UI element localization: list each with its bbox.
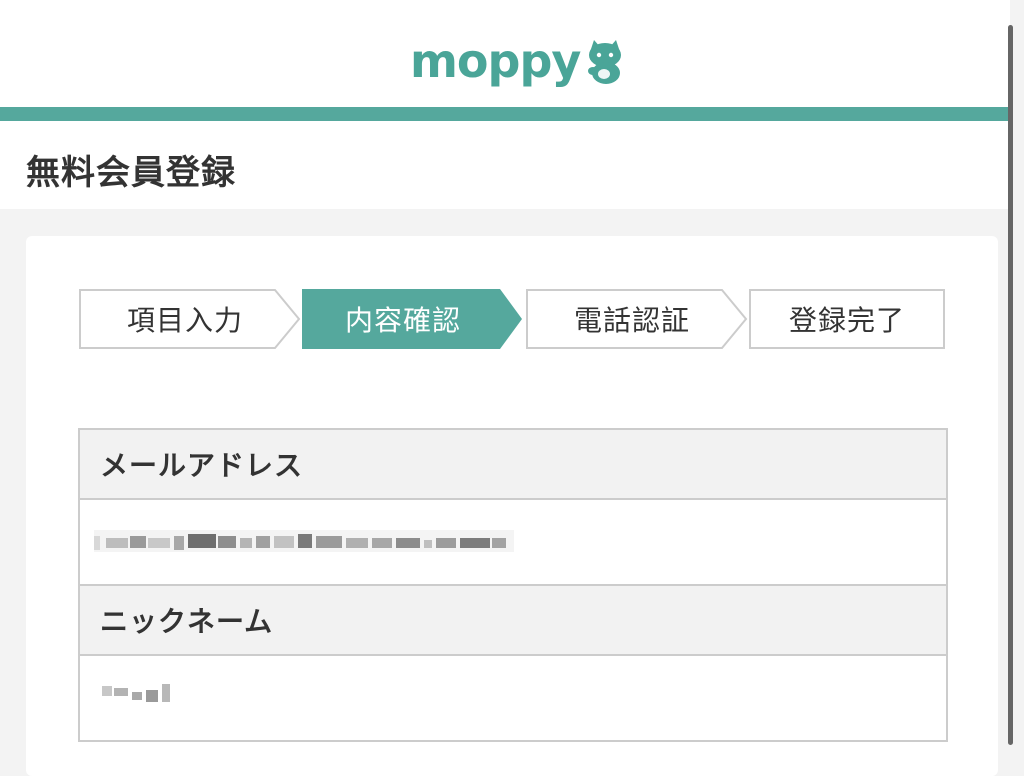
page-scrollbar[interactable] [1008, 25, 1013, 745]
field-value-nickname [80, 656, 946, 742]
step-label: 項目入力 [126, 304, 243, 337]
confirm-table: メールアドレス ニックネーム [78, 428, 948, 742]
step-item-phone: 電話認証 [526, 289, 748, 349]
step-label: 電話認証 [573, 304, 690, 337]
step-indicator: 項目入力 内容確認 電話認証 登録完了 [79, 289, 945, 349]
logo-text: moppy [410, 34, 581, 88]
field-label-nickname: ニックネーム [80, 586, 946, 656]
step-item-confirm: 内容確認 [302, 289, 524, 349]
moppy-logo[interactable]: moppy [410, 36, 626, 86]
title-band: 無料会員登録 [0, 121, 1010, 209]
obscured-nickname-value [102, 684, 170, 702]
registration-card: 項目入力 内容確認 電話認証 登録完了 メールアドレス ニックネーム [26, 236, 998, 776]
site-header: moppy [0, 0, 1010, 108]
step-item-complete: 登録完了 [749, 289, 945, 349]
field-value-email [80, 500, 946, 586]
obscured-email-value [94, 530, 514, 552]
cat-mascot-icon [588, 40, 622, 84]
step-label: 登録完了 [788, 304, 905, 337]
page-title: 無料会員登録 [26, 153, 236, 193]
step-label: 内容確認 [344, 304, 461, 337]
header-accent-bar [0, 107, 1010, 121]
field-label-email: メールアドレス [80, 430, 946, 500]
step-item-input: 項目入力 [79, 289, 301, 349]
